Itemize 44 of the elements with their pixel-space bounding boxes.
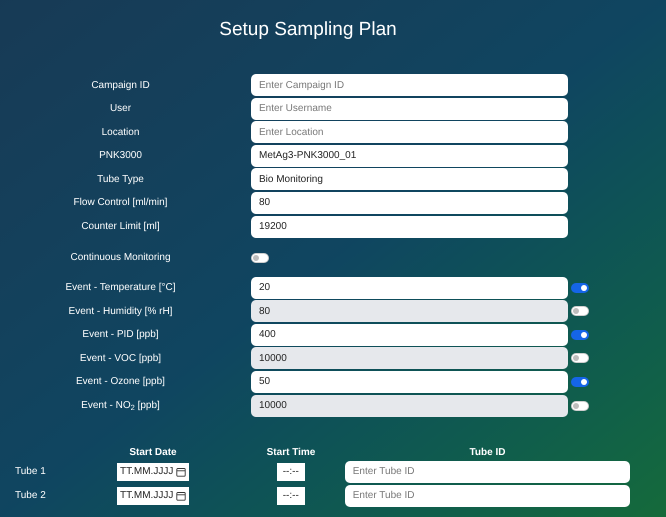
- date-field[interactable]: TT.MM.JJJJ: [117, 486, 189, 505]
- input-field[interactable]: 10000: [251, 347, 568, 370]
- field-label: Campaign ID: [90, 78, 151, 92]
- input-field[interactable]: Enter Tube ID: [344, 460, 630, 483]
- field-label: Flow Control [ml/min]: [72, 196, 168, 210]
- calendar-icon[interactable]: [176, 490, 186, 501]
- field-label: Event - PID [ppb]: [81, 328, 160, 342]
- input-field[interactable]: Enter Campaign ID: [251, 74, 568, 96]
- field-label: Event - VOC [ppb]: [78, 352, 162, 366]
- row-label: Tube 2: [15, 490, 46, 502]
- column-header: Tube ID: [470, 446, 506, 460]
- time-field[interactable]: --:--: [276, 486, 305, 505]
- toggle-switch[interactable]: [571, 330, 589, 340]
- column-header: Start Date: [129, 446, 177, 460]
- input-field[interactable]: 80: [251, 300, 568, 322]
- field-label: Event - Temperature [°C]: [64, 281, 176, 296]
- time-field[interactable]: --:--: [276, 462, 305, 481]
- field-label: PNK3000: [98, 149, 143, 164]
- calendar-icon[interactable]: [176, 466, 186, 477]
- toggle-switch[interactable]: [571, 376, 589, 387]
- field-label: Location: [100, 126, 140, 140]
- page-title: Setup Sampling Plan: [218, 18, 398, 42]
- toggle-switch[interactable]: [571, 282, 589, 293]
- input-field[interactable]: Bio Monitoring: [251, 168, 568, 190]
- date-field[interactable]: TT.MM.JJJJ: [117, 462, 189, 481]
- input-field[interactable]: 10000: [251, 394, 568, 417]
- field-label: Tube Type: [96, 172, 145, 187]
- field-label: Event - Humidity [% rH]: [68, 304, 174, 319]
- input-field[interactable]: 80: [251, 192, 568, 214]
- input-field[interactable]: 20: [251, 276, 568, 299]
- column-header: Start Time: [266, 446, 316, 460]
- input-field[interactable]: Enter Tube ID: [344, 484, 630, 507]
- field-label: Event - NO$_{2}$ [ppb]: [80, 399, 161, 414]
- input-field[interactable]: 400: [251, 324, 568, 346]
- input-field[interactable]: Enter Location: [251, 121, 568, 144]
- field-label: Continuous Monitoring: [69, 251, 172, 266]
- field-label: User: [108, 102, 132, 116]
- field-label: Counter Limit [ml]: [80, 220, 161, 234]
- input-field[interactable]: 50: [251, 370, 568, 393]
- field-label: Event - Ozone [ppb]: [75, 375, 166, 390]
- row-label: Tube 1: [15, 466, 46, 478]
- input-field[interactable]: MetAg3-PNK3000_01: [251, 144, 568, 167]
- input-field[interactable]: Enter Username: [251, 98, 568, 120]
- input-field[interactable]: 19200: [251, 216, 568, 238]
